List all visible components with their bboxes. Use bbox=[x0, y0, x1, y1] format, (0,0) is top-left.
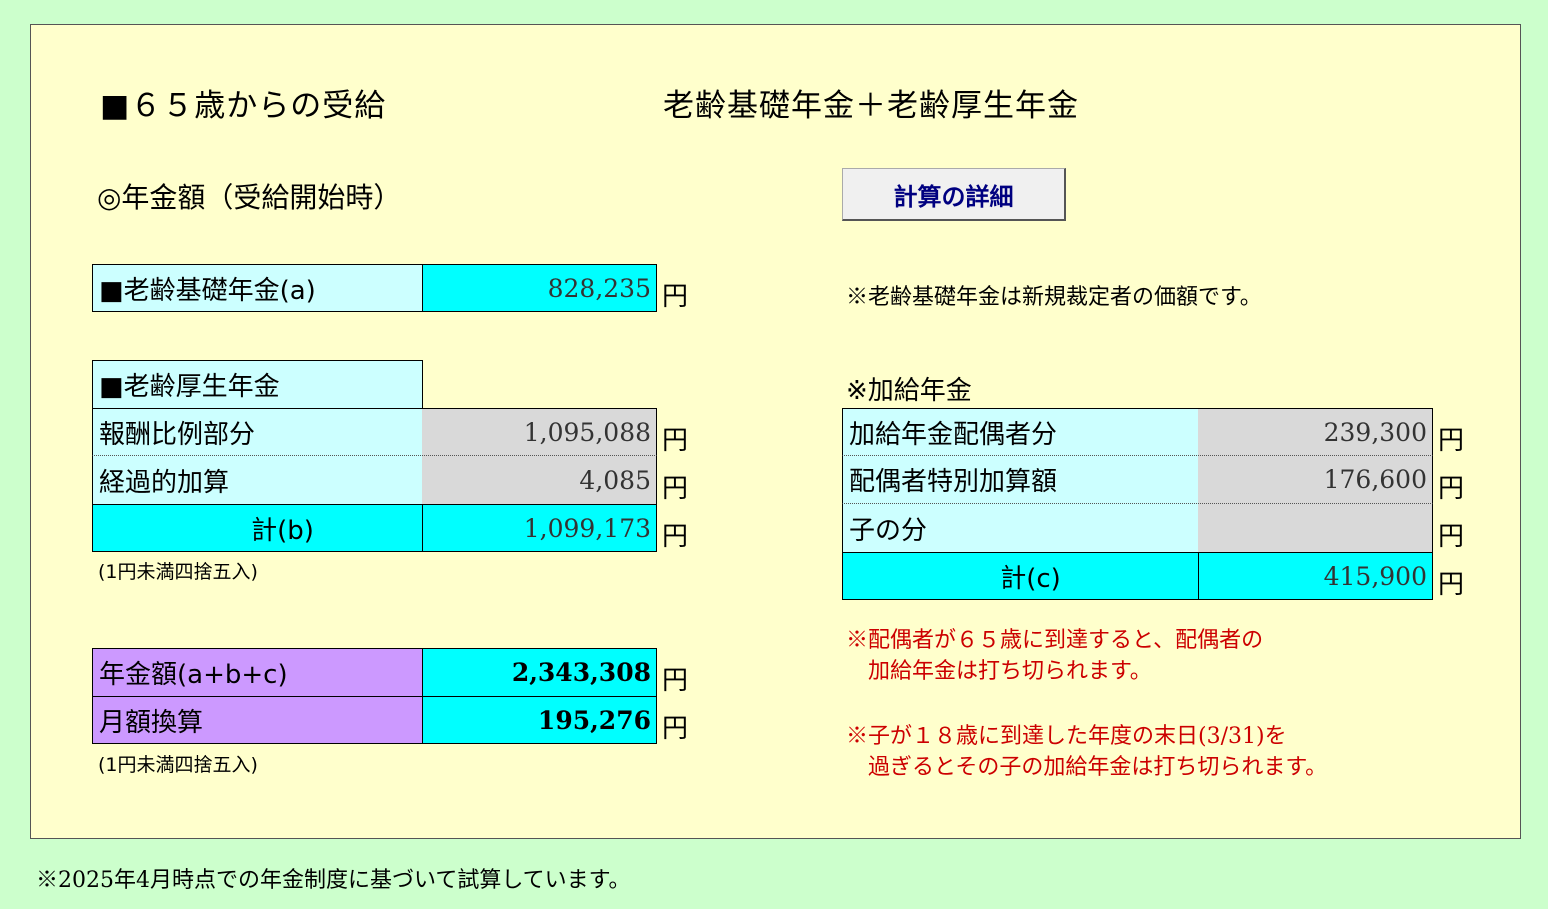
additional-pension-row-value[interactable]: 176,600 bbox=[1198, 456, 1433, 504]
additional-pension-header: ※加給年金 bbox=[846, 376, 972, 406]
basic-pension-value[interactable]: 828,235 bbox=[422, 264, 657, 312]
additional-pension-row-label: 子の分 bbox=[842, 504, 1199, 552]
summary-row-label: 年金額(a+b+c) bbox=[92, 648, 423, 696]
basic-pension-note: ※老齢基礎年金は新規裁定者の価額です。 bbox=[846, 285, 1262, 310]
additional-pension-row-unit: 円 bbox=[1438, 474, 1465, 504]
employee-pension-row-value[interactable]: 1,095,088 bbox=[422, 408, 657, 456]
additional-pension-total-value[interactable]: 415,900 bbox=[1198, 552, 1433, 600]
additional-pension-row-value[interactable] bbox=[1198, 504, 1433, 552]
additional-pension-row-label: 配偶者特別加算額 bbox=[842, 456, 1199, 504]
summary-row-unit: 円 bbox=[662, 666, 689, 696]
section-heading: ◎年金額（受給開始時） bbox=[97, 181, 402, 214]
additional-pension-total-label: 計(c) bbox=[842, 552, 1199, 600]
additional-pension-row-unit: 円 bbox=[1438, 426, 1465, 456]
employee-pension-header: ■老齢厚生年金 bbox=[92, 360, 423, 408]
employee-pension-row-value[interactable]: 4,085 bbox=[422, 456, 657, 504]
child-note-line-2: 過ぎるとその子の加給年金は打ち切られます。 bbox=[846, 755, 1328, 780]
employee-pension-total-value[interactable]: 1,099,173 bbox=[422, 504, 657, 552]
employee-pension-row-unit: 円 bbox=[662, 474, 689, 504]
basic-pension-label: ■老齢基礎年金(a) bbox=[92, 264, 423, 312]
page-subtitle: 老齢基礎年金＋老齢厚生年金 bbox=[663, 88, 1079, 124]
additional-pension-row-value[interactable]: 239,300 bbox=[1198, 408, 1433, 456]
additional-pension-row-label: 加給年金配偶者分 bbox=[842, 408, 1199, 456]
summary-row-label: 月額換算 bbox=[92, 696, 423, 744]
child-note-line-1: ※子が１８歳に到達した年度の末日(3/31)を bbox=[846, 724, 1287, 749]
footer-note: ※2025年4月時点での年金制度に基づいて試算しています。 bbox=[36, 868, 631, 893]
summary-row-unit: 円 bbox=[662, 714, 689, 744]
page-title: ■６５歳からの受給 bbox=[100, 88, 387, 124]
employee-pension-row-unit: 円 bbox=[662, 426, 689, 456]
summary-row-value[interactable]: 195,276 bbox=[422, 696, 657, 744]
spouse-note-line-1: ※配偶者が６５歳に到達すると、配偶者の bbox=[846, 628, 1264, 653]
basic-pension-unit: 円 bbox=[662, 282, 689, 312]
employee-pension-total-unit: 円 bbox=[662, 522, 689, 552]
additional-pension-row-unit: 円 bbox=[1438, 522, 1465, 552]
employee-pension-rounding-note: (1円未満四捨五入) bbox=[98, 561, 258, 583]
employee-pension-row-label: 報酬比例部分 bbox=[92, 408, 423, 456]
summary-row-value[interactable]: 2,343,308 bbox=[422, 648, 657, 696]
additional-pension-total-unit: 円 bbox=[1438, 570, 1465, 600]
summary-rounding-note: (1円未満四捨五入) bbox=[98, 754, 258, 776]
spouse-note-line-2: 加給年金は打ち切られます。 bbox=[846, 659, 1152, 684]
employee-pension-total-label: 計(b) bbox=[92, 504, 423, 552]
calculation-detail-button[interactable]: 計算の詳細 bbox=[842, 168, 1066, 221]
employee-pension-row-label: 経過的加算 bbox=[92, 456, 423, 504]
